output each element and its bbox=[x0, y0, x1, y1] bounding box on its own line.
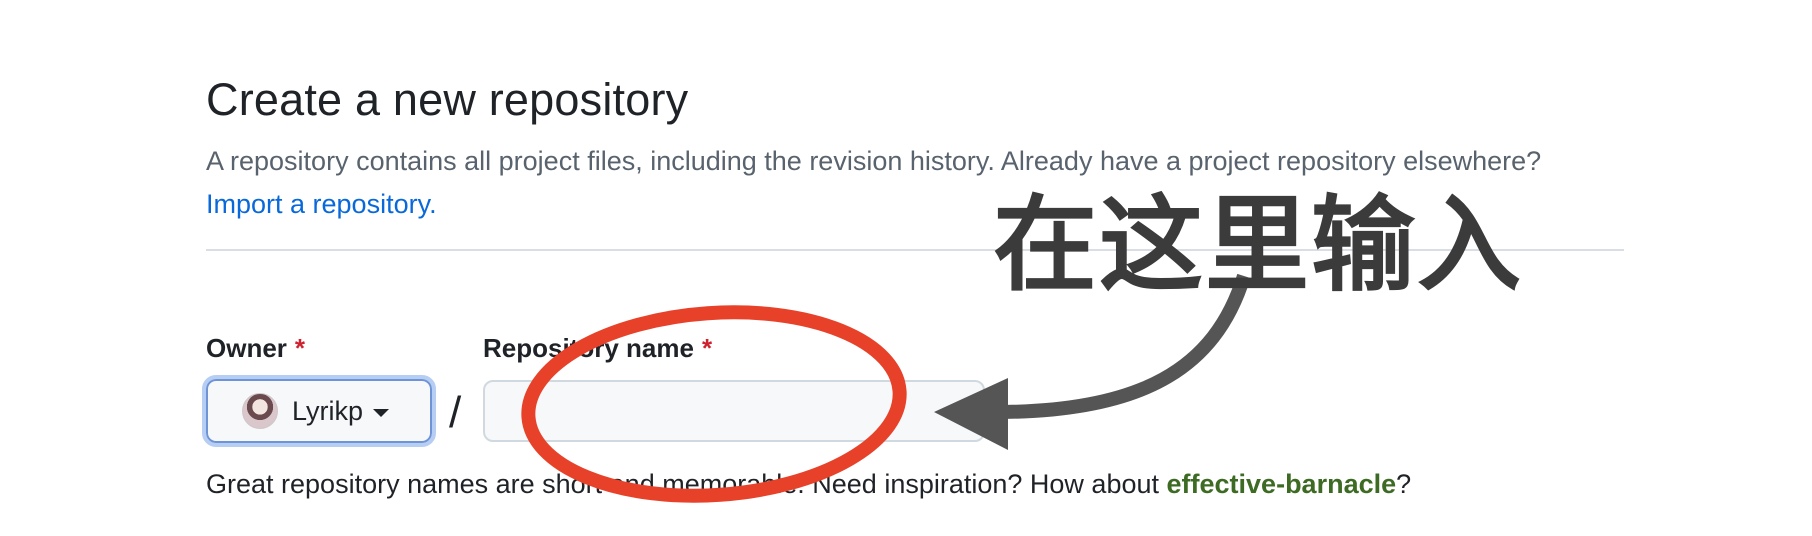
import-repository-link[interactable]: Import a repository. bbox=[206, 189, 437, 219]
caret-down-icon bbox=[373, 409, 390, 417]
owner-repo-separator: / bbox=[449, 388, 462, 437]
page-title: Create a new repository bbox=[206, 74, 689, 125]
hint-text: Great repository names are short and mem… bbox=[206, 469, 1159, 499]
owner-label-text: Owner bbox=[206, 333, 287, 363]
repository-name-label-text: Repository name bbox=[483, 333, 694, 363]
repository-name-required-marker: * bbox=[701, 333, 713, 363]
annotation-label: 在这里输入 bbox=[993, 184, 1524, 306]
owner-select-button[interactable]: Lyrikp bbox=[202, 375, 436, 447]
create-repo-page: Create a new repository A repository con… bbox=[0, 0, 1812, 536]
repository-name-hint: Great repository names are short and mem… bbox=[206, 469, 1411, 500]
repository-name-input[interactable] bbox=[483, 380, 985, 442]
repository-name-label: Repository name * bbox=[483, 333, 712, 364]
hint-suffix: ? bbox=[1396, 469, 1412, 499]
owner-label: Owner * bbox=[206, 333, 305, 364]
suggested-name-link[interactable]: effective-barnacle bbox=[1167, 469, 1397, 499]
avatar bbox=[242, 393, 278, 429]
owner-name: Lyrikp bbox=[292, 395, 364, 426]
owner-required-marker: * bbox=[294, 333, 306, 363]
